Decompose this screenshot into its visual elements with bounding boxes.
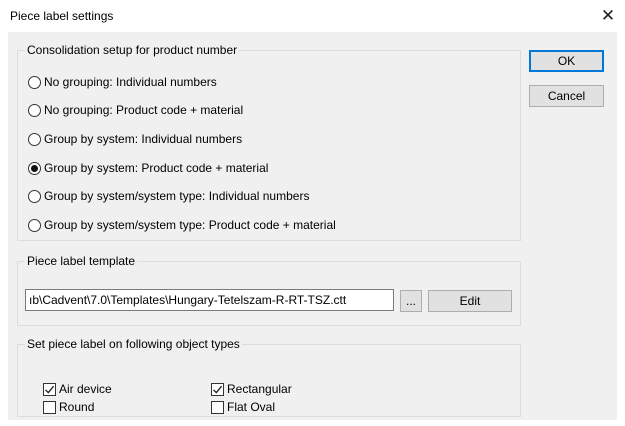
radio-system-type-product-code[interactable]: Group by system/system type: Product cod…	[28, 217, 336, 233]
title-bar: Piece label settings ✕	[0, 0, 625, 32]
radio-button[interactable]	[28, 75, 41, 89]
dialog-body: Consolidation setup for product number N…	[8, 32, 617, 420]
checkbox[interactable]	[43, 382, 56, 396]
close-icon: ✕	[600, 6, 616, 25]
radio-button[interactable]	[28, 189, 41, 203]
radio-button[interactable]	[28, 132, 41, 146]
template-path-input[interactable]	[25, 289, 394, 311]
radio-no-grouping-individual[interactable]: No grouping: Individual numbers	[28, 74, 217, 90]
consolidation-legend: Consolidation setup for product number	[27, 43, 238, 57]
checkbox-row-flat-oval[interactable]: Flat Oval	[211, 399, 275, 415]
cancel-button[interactable]: Cancel	[529, 85, 604, 107]
object-types-legend: Set piece label on following object type…	[27, 337, 240, 351]
radio-label: No grouping: Product code + material	[44, 103, 244, 117]
browse-label: ...	[405, 294, 416, 308]
template-group: Piece label template ... Edit	[17, 254, 521, 326]
checkbox-label: Round	[59, 400, 95, 414]
checkbox-row-round[interactable]: Round	[43, 399, 94, 415]
radio-button[interactable]	[28, 218, 41, 232]
checkmark-icon	[213, 385, 223, 394]
checkbox[interactable]	[211, 382, 224, 396]
radio-system-type-individual[interactable]: Group by system/system type: Individual …	[28, 188, 309, 204]
close-button[interactable]: ✕	[595, 4, 621, 28]
radio-button[interactable]	[28, 161, 41, 175]
radio-label: Group by system: Product code + material	[44, 161, 269, 175]
ok-label: OK	[557, 54, 576, 68]
cancel-label: Cancel	[547, 89, 586, 103]
template-legend: Piece label template	[27, 254, 136, 268]
edit-button[interactable]: Edit	[428, 290, 512, 312]
radio-label: No grouping: Individual numbers	[44, 75, 217, 89]
radio-label: Group by system/system type: Product cod…	[44, 218, 336, 232]
dialog-title: Piece label settings	[10, 9, 114, 23]
checkbox-row-rectangular[interactable]: Rectangular	[211, 381, 292, 397]
radio-label: Group by system/system type: Individual …	[44, 189, 310, 203]
edit-label: Edit	[459, 294, 481, 308]
object-types-group: Set piece label on following object type…	[17, 337, 521, 417]
checkbox-row-air-device[interactable]: Air device	[43, 381, 112, 397]
checkbox-label: Air device	[59, 382, 112, 396]
radio-button[interactable]	[28, 103, 41, 117]
browse-button[interactable]: ...	[400, 290, 422, 312]
consolidation-group: Consolidation setup for product number N…	[17, 43, 521, 241]
checkbox-label: Flat Oval	[227, 400, 276, 414]
radio-label: Group by system: Individual numbers	[44, 132, 243, 146]
checkbox-label: Rectangular	[227, 382, 292, 396]
radio-no-grouping-product-code[interactable]: No grouping: Product code + material	[28, 102, 243, 118]
radio-system-product-code[interactable]: Group by system: Product code + material	[28, 160, 268, 176]
checkbox[interactable]	[43, 400, 56, 414]
checkbox[interactable]	[211, 400, 224, 414]
radio-system-individual[interactable]: Group by system: Individual numbers	[28, 131, 242, 147]
ok-button[interactable]: OK	[529, 50, 604, 72]
checkmark-icon	[45, 385, 55, 394]
